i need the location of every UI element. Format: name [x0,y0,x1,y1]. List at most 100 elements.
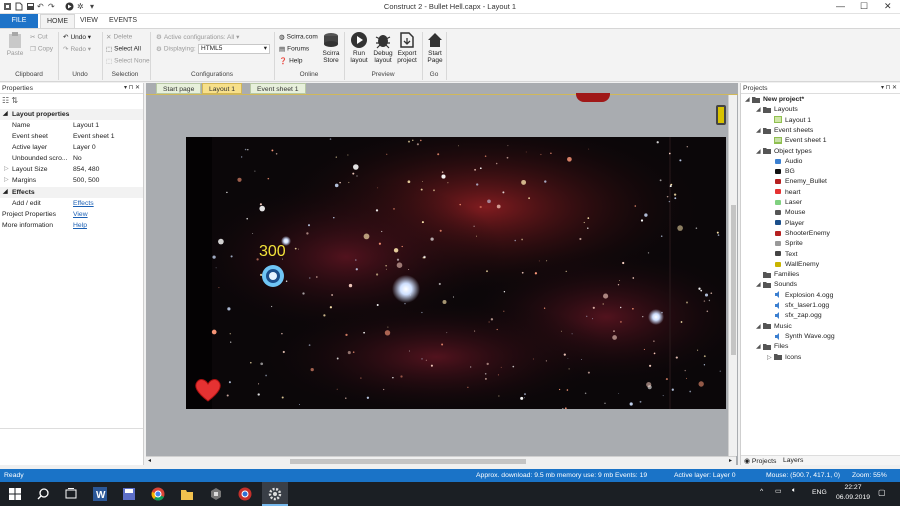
help-link-prop[interactable]: Help [73,220,87,231]
construct-app-icon[interactable] [268,487,282,501]
prop-row-layout-size[interactable]: ▷ Layout Size 854, 480 [0,164,143,175]
offscreen-object[interactable] [576,93,610,102]
player-sprite[interactable] [261,264,285,288]
chrome-app-icon[interactable] [238,487,252,501]
collapse-icon[interactable]: ◢ [756,322,763,332]
tree-sound-file[interactable]: sfx_laser1.ogg [767,301,829,311]
tree-object-heart[interactable]: heart [767,188,801,198]
export-project-button[interactable]: Export project [395,31,419,64]
prop-row-unbounded[interactable]: Unbounded scro... No [0,153,143,164]
tray-chevron-icon[interactable]: ^ [760,488,763,495]
cut-button[interactable]: ✂ Cut [30,33,48,41]
panel-controls-icon[interactable]: ▾ ⊓ ✕ [881,83,897,94]
view-link[interactable]: View [73,209,88,220]
tree-sound-file[interactable]: sfx_zap.ogg [767,311,822,321]
collapse-icon[interactable]: ◢ [756,105,763,115]
sort-toolbar[interactable]: ☷ ⇅ [2,96,18,105]
prop-row-margins[interactable]: ▷ Margins 500, 500 [0,175,143,186]
sort-az-icon[interactable]: ⇅ [11,96,18,105]
game-app-icon[interactable] [209,487,223,501]
tree-item-event-sheet-1[interactable]: Event sheet 1 [767,136,827,146]
copy-button[interactable]: ❐ Copy [30,45,53,53]
layout-canvas[interactable]: 300 [186,137,726,409]
active-configurations[interactable]: ⚙ Active configurations: All ▾ [156,33,239,41]
section-effects[interactable]: ◢ Effects [0,187,143,198]
delete-button[interactable]: ✕ Delete [106,33,132,41]
scroll-thumb[interactable] [731,205,736,355]
score-text[interactable]: 300 [259,243,286,261]
tree-object-text[interactable]: Text [767,250,797,260]
language-indicator[interactable]: ENG [812,489,827,496]
maximize-icon[interactable]: ☐ [860,1,868,12]
forums-link[interactable]: ▤ Forums [279,45,309,53]
horizontal-scrollbar[interactable]: ◂ ▸ [146,456,736,465]
tree-sound-file[interactable]: Explosion 4.ogg [767,291,833,301]
tree-object-audio[interactable]: Audio [767,157,802,167]
expand-icon[interactable]: ▷ [4,164,9,175]
tree-folder-icons[interactable]: ▷ Icons [767,353,801,363]
chrome-icon[interactable] [151,487,165,501]
file-explorer-icon[interactable] [180,487,194,501]
tree-object-mouse[interactable]: Mouse [767,208,805,218]
file-menu[interactable]: FILE [0,14,38,28]
word-icon[interactable]: W [93,487,107,501]
tab-start-page[interactable]: Start page [156,83,202,94]
notifications-icon[interactable]: ▢ [878,488,886,497]
scroll-left-icon[interactable]: ◂ [148,457,151,464]
collapse-icon[interactable]: ◢ [756,342,763,352]
windows-start-icon[interactable] [8,487,22,501]
undo-button[interactable]: ↶ Undo ▾ [63,33,91,41]
clock-time[interactable]: 22:27 [838,484,868,491]
expand-icon[interactable]: ▷ [767,353,774,363]
minimize-icon[interactable]: — [836,1,845,11]
tab-projects[interactable]: ◉ Projects [744,457,776,465]
tab-home[interactable]: HOME [40,14,75,28]
tree-object-player[interactable]: Player [767,219,804,229]
project-root[interactable]: ◢ New project* [745,95,804,105]
tree-object-enemy_bullet[interactable]: Enemy_Bullet [767,177,827,187]
displaying-select[interactable]: HTML5 ▾ [198,44,270,54]
heart-sprite[interactable] [194,377,222,403]
offscreen-wall-object[interactable] [716,105,726,125]
prop-row-name[interactable]: Name Layout 1 [0,120,143,131]
tree-object-wallenemy[interactable]: WallEnemy [767,260,819,270]
tree-folder-event-sheets[interactable]: ◢ Event sheets [756,126,813,136]
effects-link[interactable]: Effects [73,198,94,209]
tab-layout-1[interactable]: Layout 1 [202,83,243,94]
expand-icon[interactable]: ▷ [4,175,9,186]
tab-layers[interactable]: Layers [783,457,803,464]
scirra-store-button[interactable]: Scirra Store [320,31,342,64]
task-view-icon[interactable] [64,487,78,501]
tree-folder-layouts[interactable]: ◢ Layouts [756,105,798,115]
tree-object-sprite[interactable]: Sprite [767,239,803,249]
help-link[interactable]: ❓ Help [279,57,302,65]
tab-event-sheet-1[interactable]: Event sheet 1 [250,83,306,94]
collapse-icon[interactable]: ◢ [745,95,752,105]
debug-layout-button[interactable]: Debug layout [371,31,395,64]
scroll-thumb[interactable] [290,459,526,464]
start-page-button[interactable]: Start Page [425,31,445,64]
tab-view[interactable]: VIEW [74,14,104,28]
close-icon[interactable]: ✕ [884,1,892,12]
redo-button[interactable]: ↷ Redo ▾ [63,45,91,53]
vertical-scrollbar[interactable] [728,95,737,456]
scirra-com-link[interactable]: ◍ Scirra.com [279,33,318,41]
collapse-icon[interactable]: ◢ [3,109,8,120]
tree-folder-files[interactable]: ◢ Files [756,342,788,352]
tree-music-file[interactable]: Synth Wave.ogg [767,332,835,342]
section-layout-properties[interactable]: ◢ Layout properties [0,109,143,120]
prop-row-event-sheet[interactable]: Event sheet Event sheet 1 [0,131,143,142]
tree-folder-sounds[interactable]: ◢ Sounds [756,280,797,290]
collapse-icon[interactable]: ◢ [756,126,763,136]
scroll-right-icon[interactable]: ▸ [729,457,732,464]
tree-object-shooterenemy[interactable]: ShooterEnemy [767,229,830,239]
collapse-icon[interactable]: ◢ [756,147,763,157]
tree-folder-families[interactable]: Families [756,270,799,280]
search-icon[interactable] [36,487,50,501]
prop-row-active-layer[interactable]: Active layer Layer 0 [0,142,143,153]
collapse-icon[interactable]: ◢ [3,187,8,198]
select-all-button[interactable]: ⬚ Select All [106,45,141,53]
tree-object-laser[interactable]: Laser [767,198,802,208]
run-layout-button[interactable]: Run layout [348,31,370,64]
panel-controls-icon[interactable]: ▾ ⊓ ✕ [124,83,140,94]
